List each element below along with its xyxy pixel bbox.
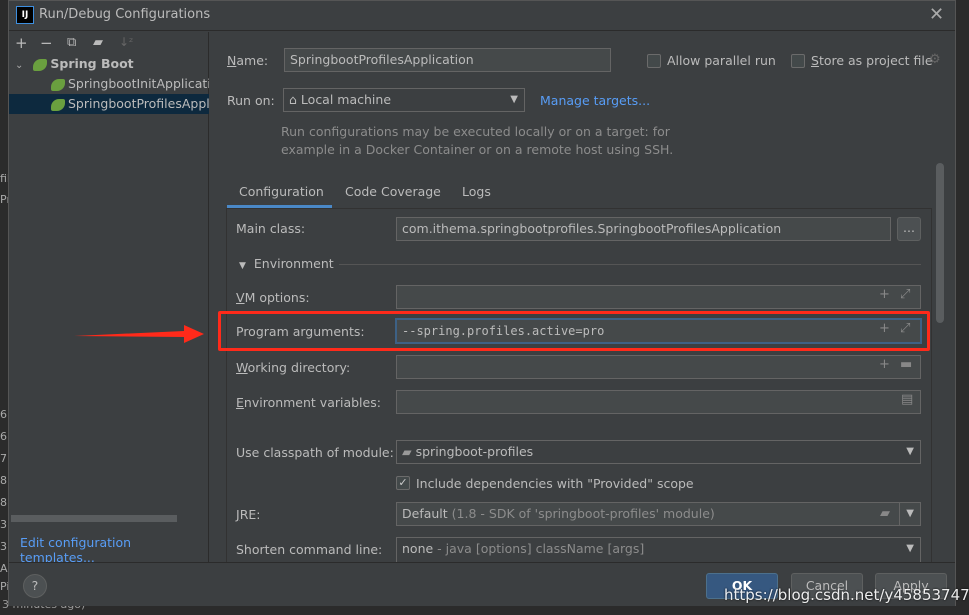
main-class-label: Main class: xyxy=(236,221,306,236)
bg-text: 7 xyxy=(0,452,7,465)
bg-text: 8 xyxy=(0,496,7,509)
environment-section[interactable]: ▼ Environment xyxy=(239,256,334,271)
plus-icon[interactable]: + xyxy=(879,357,890,372)
browse-main-class-button[interactable]: ... xyxy=(897,217,921,241)
module-folder-icon: ▰ xyxy=(402,444,412,459)
run-on-dropdown[interactable]: ⌂ Local machine ▼ xyxy=(283,88,525,112)
manage-targets-link[interactable]: Manage targets... xyxy=(540,93,650,108)
classpath-value: springboot-profiles xyxy=(415,444,534,459)
store-project-checkbox[interactable] xyxy=(791,54,805,68)
run-on-value: Local machine xyxy=(300,92,392,107)
plus-icon[interactable]: + xyxy=(15,34,28,52)
spring-boot-icon xyxy=(51,78,65,91)
shorten-value: none xyxy=(402,541,434,556)
chevron-down-icon: ▼ xyxy=(906,543,914,554)
allow-parallel-label: Allow parallel run xyxy=(667,53,776,68)
tree-item-label: SpringbootProfilesApplication xyxy=(68,96,209,111)
edit-templates-link[interactable]: Edit configuration templates... xyxy=(20,535,208,565)
copy-icon[interactable]: ⧉ xyxy=(67,35,76,50)
plus-icon[interactable]: + xyxy=(879,287,890,302)
run-on-hint: example in a Docker Container or on a re… xyxy=(281,142,674,157)
run-on-hint: Run configurations may be executed local… xyxy=(281,124,670,139)
vm-options-label: VM options: xyxy=(236,290,310,305)
tree-group-label: Spring Boot xyxy=(50,56,134,71)
bg-text: Pr xyxy=(0,193,8,206)
sort-icon[interactable]: ↓ᶻ xyxy=(119,35,133,49)
new-folder-icon[interactable]: ▰ xyxy=(93,35,103,50)
annotation-highlight-box xyxy=(218,311,930,351)
chevron-down-icon[interactable]: ▼ xyxy=(899,503,914,525)
close-icon[interactable]: ✕ xyxy=(929,4,944,25)
triangle-down-icon: ▼ xyxy=(239,261,246,271)
spring-boot-icon xyxy=(51,98,65,111)
gear-icon[interactable]: ⚙ xyxy=(929,52,941,67)
folder-icon[interactable]: ▰ xyxy=(880,503,890,525)
tab-code-coverage[interactable]: Code Coverage xyxy=(345,184,441,208)
bg-text: A xyxy=(0,562,8,575)
tree-item-selected[interactable]: SpringbootProfilesApplication xyxy=(9,94,209,114)
divider xyxy=(339,264,921,265)
bg-text: 8 xyxy=(0,474,7,487)
jre-dropdown[interactable]: Default (1.8 - SDK of 'springboot-profil… xyxy=(396,502,921,526)
spring-boot-icon xyxy=(33,58,48,71)
bg-text: 3 xyxy=(0,518,7,531)
classpath-dropdown[interactable]: ▰ springboot-profiles ▼ xyxy=(396,440,921,464)
store-project-label: Store as project file xyxy=(811,53,933,68)
config-tree-panel: + − ⧉ ▰ ↓ᶻ ⌄ Spring Boot SpringbootInitA… xyxy=(9,32,209,565)
env-vars-input[interactable] xyxy=(396,390,921,414)
horizontal-scrollbar[interactable] xyxy=(11,515,177,522)
vertical-scrollbar[interactable] xyxy=(936,163,944,323)
folder-icon[interactable]: ▬ xyxy=(900,357,912,372)
vm-options-input[interactable] xyxy=(396,285,921,309)
help-button[interactable]: ? xyxy=(23,574,47,598)
tree-item-label: SpringbootInitApplication xyxy=(68,76,209,91)
allow-parallel-checkbox[interactable] xyxy=(647,54,661,68)
background-ide-left: fil Pr 6 6 7 8 8 3 3 A Pi xyxy=(0,0,8,615)
dialog-title: Run/Debug Configurations xyxy=(39,7,211,22)
working-dir-label: Working directory: xyxy=(236,360,351,375)
run-on-label: Run on: xyxy=(227,93,275,108)
shorten-dropdown[interactable]: none - java [options] className [args] ▼ xyxy=(396,537,921,563)
chevron-down-icon: ▼ xyxy=(906,446,914,457)
include-deps-checkbox[interactable]: ✓ xyxy=(396,476,410,490)
env-vars-label: Environment variables: xyxy=(236,395,381,410)
watermark: https://blog.csdn.net/y458537479 xyxy=(724,586,969,604)
intellij-logo: IJ xyxy=(16,6,34,24)
environment-label: Environment xyxy=(253,256,334,271)
name-label: Name: xyxy=(227,53,269,68)
expand-icon[interactable]: ⤢ xyxy=(900,287,910,302)
shorten-hint: - java [options] className [args] xyxy=(437,541,645,556)
working-dir-input[interactable] xyxy=(396,355,921,379)
chevron-down-icon: ⌄ xyxy=(15,60,24,71)
jre-hint: (1.8 - SDK of 'springboot-profiles' modu… xyxy=(451,506,715,521)
bg-text: Pi xyxy=(0,580,8,593)
bg-text: 3 xyxy=(0,540,7,553)
jre-label: JRE: xyxy=(236,507,261,522)
include-deps-label: Include dependencies with "Provided" sco… xyxy=(416,476,694,491)
chevron-down-icon: ▼ xyxy=(510,94,518,105)
shorten-label: Shorten command line: xyxy=(236,542,383,557)
jre-value: Default xyxy=(402,506,448,521)
minus-icon[interactable]: − xyxy=(40,34,53,52)
title-bar: IJ Run/Debug Configurations ✕ xyxy=(9,1,955,31)
tree-group-spring-boot[interactable]: ⌄ Spring Boot xyxy=(9,54,209,74)
classpath-label: Use classpath of module: xyxy=(236,445,394,460)
tab-logs[interactable]: Logs xyxy=(462,184,491,208)
name-input[interactable]: SpringbootProfilesApplication xyxy=(284,48,611,72)
run-debug-dialog: IJ Run/Debug Configurations ✕ + − ⧉ ▰ ↓ᶻ… xyxy=(8,0,956,606)
bg-text: fil xyxy=(0,172,8,185)
bg-text: 6 xyxy=(0,408,7,421)
bg-text: 6 xyxy=(0,430,7,443)
tree-item[interactable]: SpringbootInitApplication xyxy=(9,74,209,94)
document-icon[interactable]: ▤ xyxy=(901,392,913,407)
home-icon: ⌂ xyxy=(289,92,297,107)
annotation-arrow xyxy=(74,325,204,343)
main-class-input[interactable]: com.ithema.springbootprofiles.Springboot… xyxy=(396,217,891,241)
